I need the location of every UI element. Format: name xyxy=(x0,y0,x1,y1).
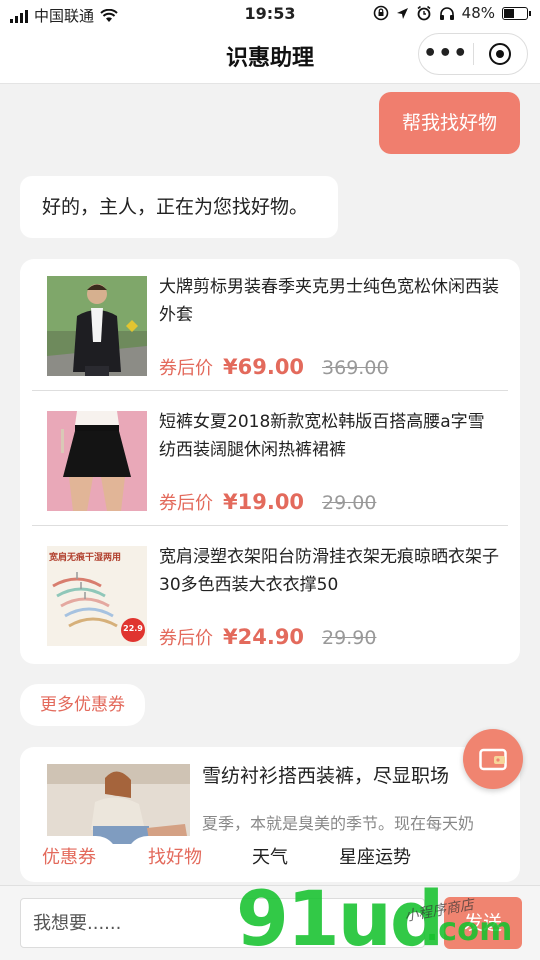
more-coupons-button[interactable]: 更多优惠券 xyxy=(20,684,145,726)
product-title: 大牌剪标男装春季夹克男士纯色宽松休闲西装外套 xyxy=(159,277,499,325)
product-price-row: 券后价 ¥69.00 369.00 xyxy=(159,354,389,380)
article-thumbnail xyxy=(47,764,190,844)
user-message-bubble: 帮我找好物 xyxy=(378,92,520,154)
coupon-price: ¥24.90 xyxy=(223,625,305,649)
quick-reply-weather[interactable]: 天气 xyxy=(232,836,308,880)
wallet-float-button[interactable] xyxy=(463,729,523,789)
product-thumbnail-caption: 宽肩无痕干湿两用 xyxy=(49,553,122,563)
original-price: 29.00 xyxy=(322,492,377,514)
product-item[interactable]: 宽肩无痕干湿两用 22.9 宽肩浸塑衣架阳台防滑挂衣架无痕晾晒衣架子30多色西装… xyxy=(32,529,508,661)
product-item[interactable]: 大牌剪标男装春季夹克男士纯色宽松休闲西装外套 券后价 ¥69.00 369.00 xyxy=(32,259,508,391)
bot-reply-bubble: 好的，主人，正在为您找好物。 xyxy=(20,176,338,238)
article-title: 雪纺衬衫搭西装裤，尽显职场 xyxy=(202,765,450,787)
article-excerpt: 夏季，本就是臭美的季节。现在每天奶 xyxy=(202,814,475,833)
product-price-row: 券后价 ¥19.00 29.00 xyxy=(159,489,376,515)
quick-reply-horoscope[interactable]: 星座运势 xyxy=(316,836,434,880)
wallet-icon xyxy=(479,748,507,771)
battery-percent: 48% xyxy=(461,4,495,22)
original-price: 369.00 xyxy=(322,357,389,379)
product-thumbnail xyxy=(47,276,147,376)
quick-reply-bar: 优惠券 找好物 天气 星座运势 xyxy=(0,836,540,882)
product-title: 短裤女夏2018新款宽松韩版百搭高腰a字雪纺西装阔腿休闲热裤裙裤 xyxy=(159,412,485,460)
coupon-price: ¥19.00 xyxy=(223,490,305,514)
coupon-price: ¥69.00 xyxy=(223,355,305,379)
location-icon xyxy=(396,7,408,19)
rotation-lock-icon xyxy=(373,5,388,21)
product-thumbnail xyxy=(47,411,147,511)
product-list-card: 大牌剪标男装春季夹克男士纯色宽松休闲西装外套 券后价 ¥69.00 369.00 短… xyxy=(20,259,520,664)
more-menu-icon[interactable]: ••• xyxy=(419,33,473,75)
alarm-icon xyxy=(417,5,431,21)
product-thumbnail: 宽肩无痕干湿两用 22.9 xyxy=(47,546,147,646)
input-bar: 发送 xyxy=(0,885,540,960)
original-price: 29.90 xyxy=(322,627,377,649)
mini-program-capsule: ••• xyxy=(418,33,528,75)
close-program-button[interactable] xyxy=(473,43,527,65)
product-thumbnail-badge: 22.9 xyxy=(123,624,143,633)
target-icon xyxy=(489,43,512,65)
quick-reply-find-goods[interactable]: 找好物 xyxy=(126,836,224,880)
coupon-price-label: 券后价 xyxy=(159,493,213,514)
message-input[interactable] xyxy=(20,898,425,948)
coupon-price-label: 券后价 xyxy=(159,628,213,649)
product-item[interactable]: 短裤女夏2018新款宽松韩版百搭高腰a字雪纺西装阔腿休闲热裤裙裤 券后价 ¥19.… xyxy=(32,394,508,526)
headphones-icon xyxy=(439,6,454,20)
send-button[interactable]: 发送 xyxy=(444,897,522,949)
quick-reply-coupons[interactable]: 优惠券 xyxy=(20,836,118,880)
product-price-row: 券后价 ¥24.90 29.90 xyxy=(159,624,376,650)
status-bar: 中国联通 19:53 48% xyxy=(0,0,540,28)
battery-icon xyxy=(502,6,531,20)
navigation-bar: 识惠助理 ••• xyxy=(0,28,540,84)
coupon-price-label: 券后价 xyxy=(159,358,213,379)
product-title: 宽肩浸塑衣架阳台防滑挂衣架无痕晾晒衣架子30多色西装大衣衣撑50 xyxy=(159,547,499,595)
